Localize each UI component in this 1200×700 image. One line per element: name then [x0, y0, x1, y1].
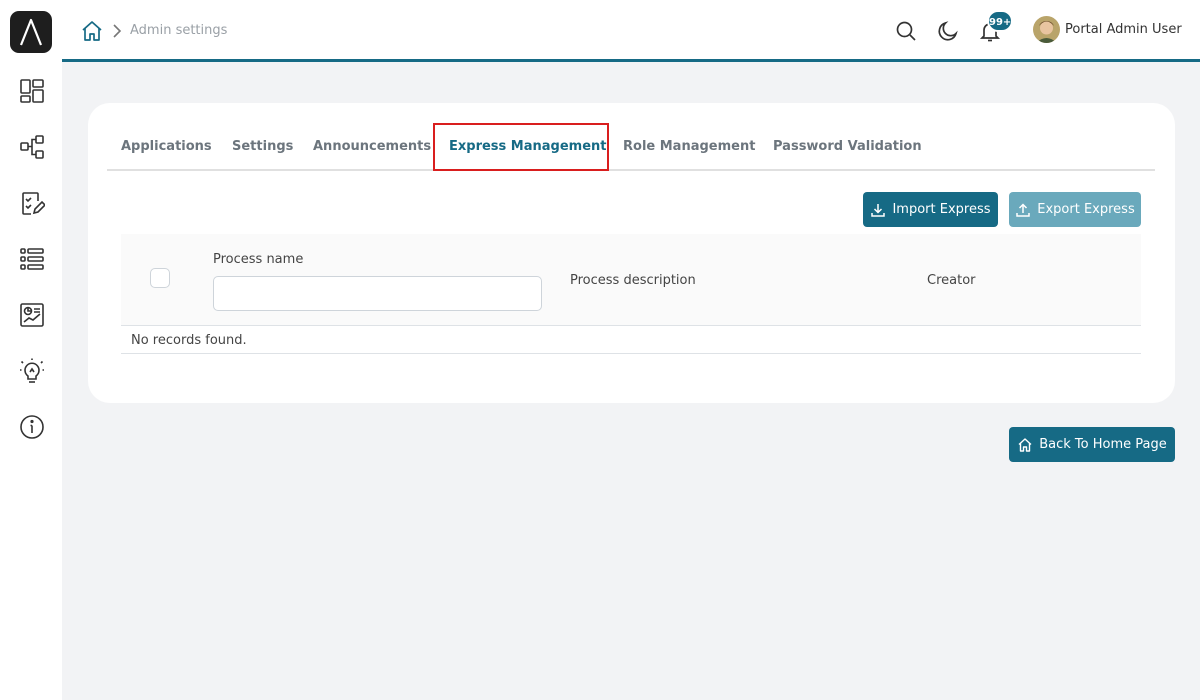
- list-icon[interactable]: [17, 244, 47, 274]
- tab-password-validation[interactable]: Password Validation: [773, 123, 922, 171]
- back-to-home-label: Back To Home Page: [1039, 437, 1167, 452]
- empty-message: No records found.: [131, 333, 247, 348]
- tab-bar: Applications Settings Announcements Expr…: [107, 123, 1155, 171]
- home-icon: [1018, 437, 1032, 452]
- task-check-icon[interactable]: [17, 188, 47, 218]
- import-express-label: Import Express: [892, 202, 991, 217]
- tab-applications[interactable]: Applications: [121, 123, 212, 171]
- portal-logo[interactable]: [10, 11, 52, 53]
- avatar[interactable]: [1033, 16, 1060, 43]
- admin-settings-card: Applications Settings Announcements Expr…: [88, 103, 1175, 403]
- search-icon[interactable]: [894, 19, 918, 43]
- export-express-button[interactable]: Export Express: [1009, 192, 1141, 227]
- breadcrumb-current: Admin settings: [130, 23, 228, 38]
- moon-icon[interactable]: [936, 19, 960, 43]
- home-icon[interactable]: [80, 19, 104, 43]
- sidebar: [0, 0, 62, 700]
- tab-announcements[interactable]: Announcements: [313, 123, 431, 171]
- table-row: No records found.: [121, 326, 1141, 354]
- download-icon: [871, 203, 886, 217]
- user-name[interactable]: Portal Admin User: [1065, 22, 1182, 37]
- export-express-label: Export Express: [1037, 202, 1135, 217]
- statistics-icon[interactable]: [17, 300, 47, 330]
- column-creator: Creator: [927, 273, 976, 288]
- select-all-checkbox[interactable]: [150, 268, 170, 288]
- tab-express-management[interactable]: Express Management: [433, 123, 609, 171]
- process-name-filter-input[interactable]: [213, 276, 542, 311]
- top-header: Admin settings 99+ Portal Admin User: [62, 0, 1200, 62]
- dashboard-icon[interactable]: [17, 76, 47, 106]
- lightbulb-icon[interactable]: [17, 356, 47, 386]
- logo-icon: [19, 18, 43, 46]
- tab-settings[interactable]: Settings: [232, 123, 293, 171]
- column-process-description: Process description: [570, 273, 696, 288]
- column-process-name: Process name: [213, 252, 304, 267]
- back-to-home-button[interactable]: Back To Home Page: [1009, 427, 1175, 462]
- info-icon[interactable]: [17, 412, 47, 442]
- notification-badge: 99+: [987, 10, 1013, 32]
- upload-icon: [1016, 202, 1031, 217]
- tab-role-management[interactable]: Role Management: [623, 123, 755, 171]
- chevron-right-icon: [110, 22, 124, 40]
- table-header: Process name Process description Creator: [121, 234, 1141, 326]
- process-flow-icon[interactable]: [17, 132, 47, 162]
- import-express-button[interactable]: Import Express: [863, 192, 998, 227]
